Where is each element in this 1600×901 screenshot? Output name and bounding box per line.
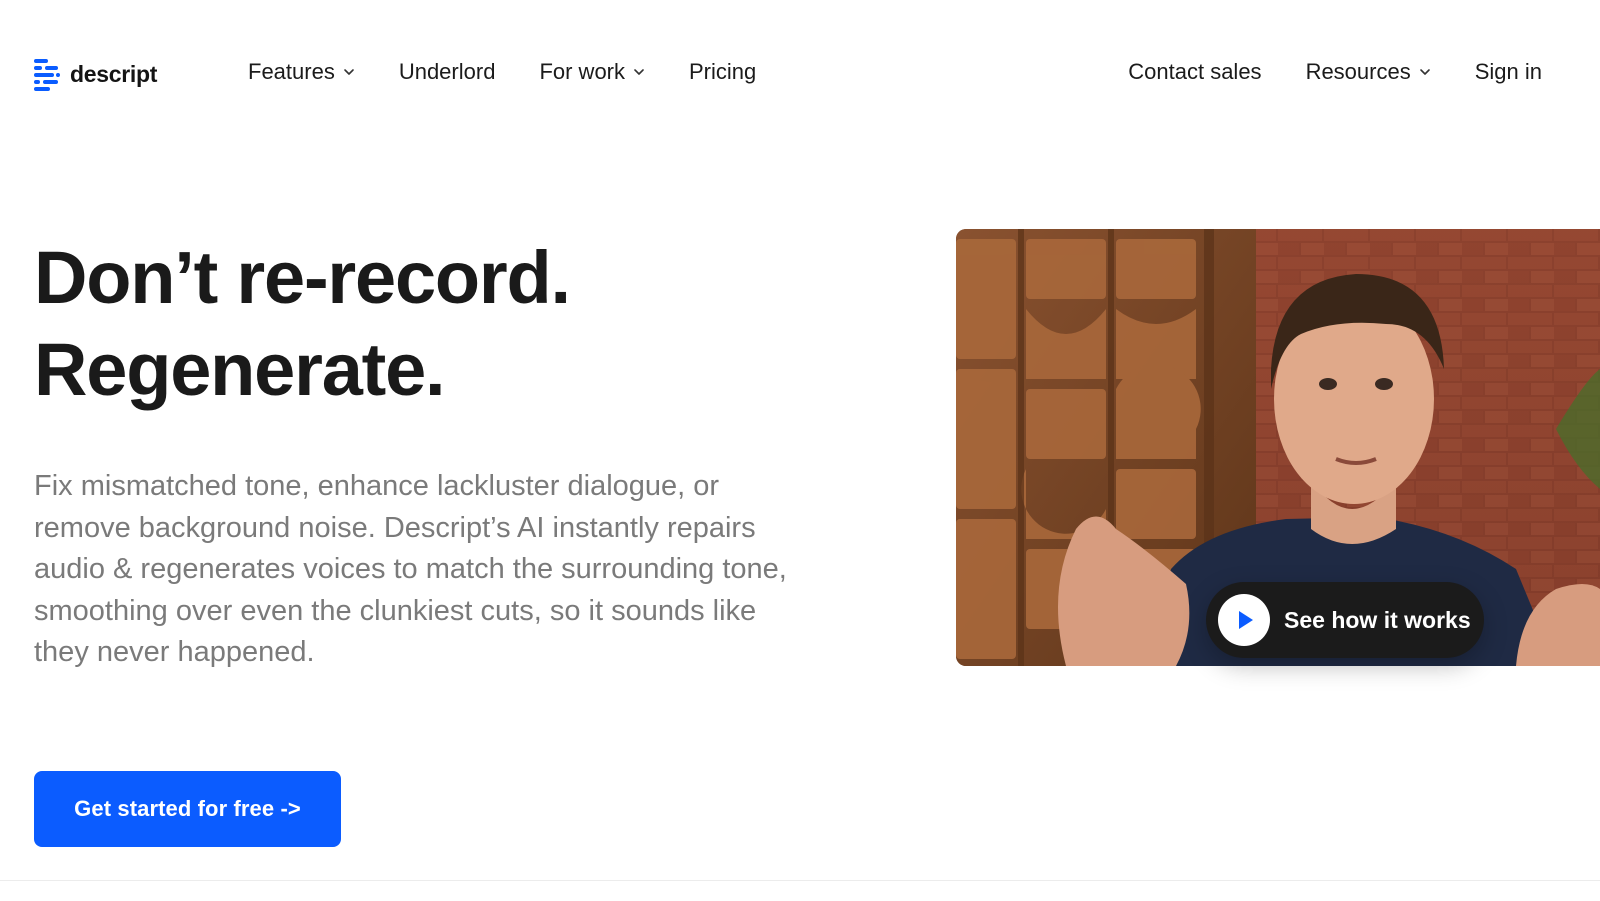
hero-headline-line-1: Don’t re-record. [34, 236, 571, 319]
top-navigation: descript Features Underlord For work Pri… [0, 0, 1600, 146]
nav-for-work[interactable]: For work [539, 56, 645, 88]
chevron-down-icon [344, 69, 354, 75]
see-how-it-works-label: See how it works [1284, 606, 1471, 633]
nav-resources-label: Resources [1305, 59, 1411, 84]
play-button-circle [1218, 594, 1270, 646]
nav-underlord-label: Underlord [398, 59, 496, 84]
play-icon [1239, 611, 1253, 629]
see-how-it-works-button[interactable]: See how it works [1206, 582, 1484, 658]
hero-headline-line-2: Regenerate. [34, 328, 446, 411]
nav-sign-in-label: Sign in [1474, 59, 1542, 84]
nav-resources[interactable]: Resources [1306, 56, 1431, 88]
hero-headline: Don’t re-record. Regenerate. [34, 232, 874, 416]
chevron-down-icon [634, 69, 644, 75]
nav-pricing-label: Pricing [689, 59, 757, 84]
get-started-button[interactable]: Get started for free -> [34, 771, 341, 847]
hero-description: Fix mismatched tone, enhance lackluster … [34, 470, 787, 669]
secondary-nav: Contact sales Resources Sign in [1128, 56, 1542, 88]
nav-contact-sales[interactable]: Contact sales [1128, 56, 1261, 88]
nav-underlord[interactable]: Underlord [399, 56, 496, 88]
nav-sign-in[interactable]: Sign in [1475, 56, 1542, 88]
logo-wordmark: descript [70, 60, 158, 87]
nav-features-label: Features [248, 59, 335, 84]
primary-nav: Features Underlord For work Pricing [248, 56, 756, 88]
descript-logo-icon [34, 58, 60, 91]
descript-logo[interactable]: descript [34, 58, 158, 91]
nav-features[interactable]: Features [248, 56, 355, 88]
section-divider [0, 880, 1600, 881]
nav-contact-sales-label: Contact sales [1128, 59, 1262, 84]
nav-pricing[interactable]: Pricing [689, 56, 756, 88]
chevron-down-icon [1419, 69, 1430, 75]
nav-for-work-label: For work [539, 59, 625, 84]
